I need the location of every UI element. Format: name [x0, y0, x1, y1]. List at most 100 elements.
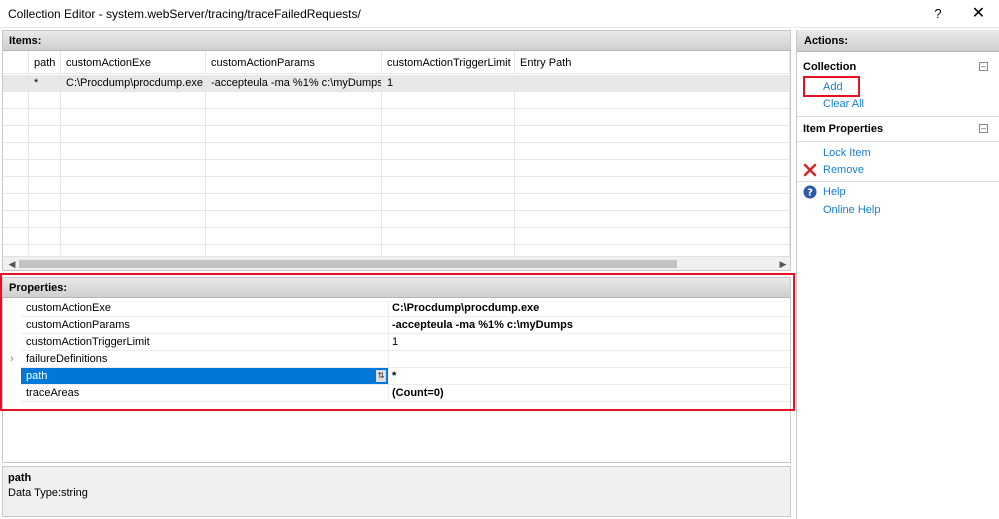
table-cell [515, 143, 790, 160]
window-title: Collection Editor - system.webServer/tra… [8, 7, 361, 21]
scroll-left-icon[interactable]: ◀ [5, 257, 19, 271]
column-header: customActionExe [61, 52, 206, 74]
property-name: customActionTriggerLimit [21, 334, 389, 351]
column-header: path [29, 52, 61, 74]
property-name: customActionExe [21, 300, 389, 317]
table-cell [206, 228, 382, 245]
table-cell [382, 194, 515, 211]
row-header-cell [3, 109, 29, 126]
table-cell [61, 228, 206, 245]
property-gutter [3, 385, 21, 402]
property-row-path[interactable]: path ⇅ * [3, 368, 790, 385]
table-cell: 1 [382, 75, 515, 92]
property-row-customactiontriggerlimit[interactable]: customActionTriggerLimit 1 [3, 334, 790, 351]
table-row[interactable] [3, 245, 790, 255]
row-header-cell [3, 194, 29, 211]
property-value[interactable]: * [389, 368, 790, 385]
row-header-cell [3, 52, 29, 74]
lock-item-link[interactable]: Lock Item [823, 147, 871, 159]
property-value[interactable]: C:\Procdump\procdump.exe [389, 300, 790, 317]
title-bar: Collection Editor - system.webServer/tra… [0, 0, 999, 28]
table-cell [382, 245, 515, 255]
table-row[interactable]: * C:\Procdump\procdump.exe -accepteula -ma… [3, 75, 790, 92]
table-row[interactable] [3, 126, 790, 143]
table-row[interactable] [3, 160, 790, 177]
property-name: failureDefinitions [21, 351, 389, 368]
collapse-icon[interactable]: – [979, 62, 988, 71]
section-divider [797, 181, 999, 182]
property-row-failuredefinitions[interactable]: › failureDefinitions [3, 351, 790, 368]
property-value[interactable] [389, 351, 790, 368]
row-header-cell [3, 245, 29, 255]
add-link[interactable]: Add [823, 81, 843, 93]
table-row[interactable] [3, 177, 790, 194]
sort-arrow-icon[interactable]: ⇅ [376, 370, 386, 382]
table-cell [29, 177, 61, 194]
table-cell [29, 160, 61, 177]
property-row-customactionexe[interactable]: customActionExe C:\Procdump\procdump.exe [3, 300, 790, 317]
collapse-icon[interactable]: – [979, 124, 988, 133]
row-header-cell [3, 228, 29, 245]
table-cell [382, 160, 515, 177]
chevron-right-icon[interactable]: › [3, 351, 21, 368]
table-cell [29, 228, 61, 245]
table-cell [61, 126, 206, 143]
row-header-cell [3, 211, 29, 228]
description-text: Data Type:string [8, 487, 88, 499]
table-row[interactable] [3, 143, 790, 160]
property-name: customActionParams [21, 317, 389, 334]
table-cell [61, 160, 206, 177]
property-name-text: customActionTriggerLimit [26, 336, 150, 348]
table-cell [515, 92, 790, 109]
table-cell [206, 245, 382, 255]
table-cell [206, 109, 382, 126]
clear-all-link[interactable]: Clear All [823, 98, 864, 110]
table-cell [29, 194, 61, 211]
table-cell [515, 126, 790, 143]
table-cell [515, 245, 790, 255]
table-cell [206, 160, 382, 177]
property-name-text: failureDefinitions [26, 353, 108, 365]
table-cell [61, 109, 206, 126]
horizontal-scrollbar[interactable]: ◀ ▶ [3, 256, 790, 270]
property-row-customactionparams[interactable]: customActionParams -accepteula -ma %1% c:… [3, 317, 790, 334]
row-header-cell [3, 160, 29, 177]
table-cell [206, 126, 382, 143]
scroll-right-icon[interactable]: ▶ [776, 257, 790, 271]
items-header: Items: [3, 31, 790, 51]
table-row[interactable] [3, 211, 790, 228]
help-link[interactable]: Help [823, 186, 846, 198]
scrollbar-thumb[interactable] [19, 260, 677, 268]
remove-link[interactable]: Remove [823, 164, 864, 176]
property-value[interactable]: 1 [389, 334, 790, 351]
close-button[interactable]: ✕ [958, 0, 999, 28]
collection-section-header[interactable]: Collection – [797, 57, 999, 77]
online-help-link[interactable]: Online Help [823, 204, 880, 216]
table-row[interactable] [3, 92, 790, 109]
table-cell [29, 245, 61, 255]
collection-section-label: Collection [803, 61, 857, 73]
section-divider [797, 116, 999, 117]
item-properties-section-header[interactable]: Item Properties – [797, 119, 999, 139]
table-row[interactable] [3, 109, 790, 126]
table-cell [206, 177, 382, 194]
property-value[interactable]: (Count=0) [389, 385, 790, 402]
column-header: customActionTriggerLimit [382, 52, 515, 74]
property-row-traceareas[interactable]: traceAreas (Count=0) [3, 385, 790, 402]
table-cell [61, 92, 206, 109]
table-cell [382, 211, 515, 228]
item-properties-section-label: Item Properties [803, 123, 884, 135]
row-header-cell [3, 143, 29, 160]
help-question-icon: ? [803, 185, 817, 199]
property-name-text: path [26, 370, 48, 382]
actions-panel: Actions: Collection – Add Clear All Item… [796, 30, 999, 519]
table-row[interactable] [3, 194, 790, 211]
table-row[interactable] [3, 228, 790, 245]
section-divider [797, 141, 999, 142]
items-column-headers[interactable]: path customActionExe customActionParams cus… [3, 52, 790, 74]
property-value[interactable]: -accepteula -ma %1% c:\myDumps [389, 317, 790, 334]
table-cell [206, 92, 382, 109]
help-button[interactable]: ? [918, 0, 958, 28]
table-cell [515, 75, 790, 92]
table-cell [515, 177, 790, 194]
